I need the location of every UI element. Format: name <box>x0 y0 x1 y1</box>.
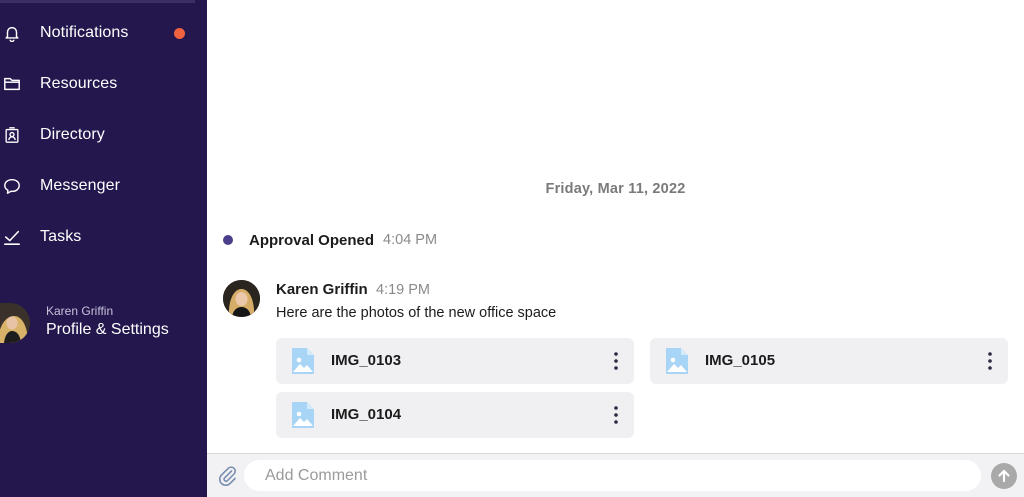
attachment-card[interactable]: IMG_0103 <box>276 338 634 384</box>
avatar[interactable] <box>223 280 260 317</box>
profile-settings-label: Profile & Settings <box>46 321 169 338</box>
checkmark-icon <box>2 227 22 247</box>
attachment-name: IMG_0104 <box>331 406 402 423</box>
profile-settings-link[interactable]: Karen Griffin Profile & Settings <box>0 298 207 348</box>
sidebar-item-label: Messenger <box>40 177 121 194</box>
image-file-icon <box>292 402 314 428</box>
sidebar: Notifications Resources Directory Messen… <box>0 0 207 497</box>
more-options-icon[interactable] <box>608 403 624 427</box>
sidebar-item-directory[interactable]: Directory <box>0 115 207 155</box>
sidebar-item-label: Directory <box>40 126 105 143</box>
sidebar-item-label: Tasks <box>40 228 82 245</box>
more-options-icon[interactable] <box>982 349 998 373</box>
profile-name: Karen Griffin <box>46 304 114 318</box>
comment-composer <box>207 453 1024 497</box>
message-author[interactable]: Karen Griffin <box>276 281 368 298</box>
image-file-icon <box>666 348 688 374</box>
date-divider: Friday, Mar 11, 2022 <box>545 181 686 197</box>
send-arrow-icon[interactable] <box>991 463 1017 489</box>
sidebar-top-divider <box>0 0 195 3</box>
attachment-name: IMG_0103 <box>331 352 402 369</box>
event-title: Approval Opened <box>249 231 375 249</box>
message-time: 4:19 PM <box>376 282 430 298</box>
sidebar-item-label: Notifications <box>40 24 129 41</box>
sidebar-item-notifications[interactable]: Notifications <box>0 13 207 53</box>
avatar <box>0 303 30 343</box>
folder-icon <box>2 74 22 94</box>
sidebar-item-messenger[interactable]: Messenger <box>0 166 207 206</box>
image-file-icon <box>292 348 314 374</box>
attachment-name: IMG_0105 <box>705 352 776 369</box>
sidebar-item-tasks[interactable]: Tasks <box>0 217 207 257</box>
directory-icon <box>2 125 22 145</box>
event-dot <box>223 235 233 245</box>
message-feed: Friday, Mar 11, 2022 Approval Opened 4:0… <box>207 0 1024 497</box>
attachment-card[interactable]: IMG_0104 <box>276 392 634 438</box>
notification-badge <box>174 27 185 39</box>
event-time: 4:04 PM <box>383 232 438 248</box>
paperclip-icon[interactable] <box>216 464 238 486</box>
sidebar-item-resources[interactable]: Resources <box>0 64 207 104</box>
comment-input[interactable] <box>244 460 981 491</box>
sidebar-item-label: Resources <box>40 75 118 92</box>
bell-icon <box>2 23 22 43</box>
more-options-icon[interactable] <box>608 349 624 373</box>
event-item: Approval Opened 4:04 PM <box>223 230 437 250</box>
chat-bubble-icon <box>2 176 22 196</box>
attachment-card[interactable]: IMG_0105 <box>650 338 1008 384</box>
message-text: Here are the photos of the new office sp… <box>276 305 557 321</box>
